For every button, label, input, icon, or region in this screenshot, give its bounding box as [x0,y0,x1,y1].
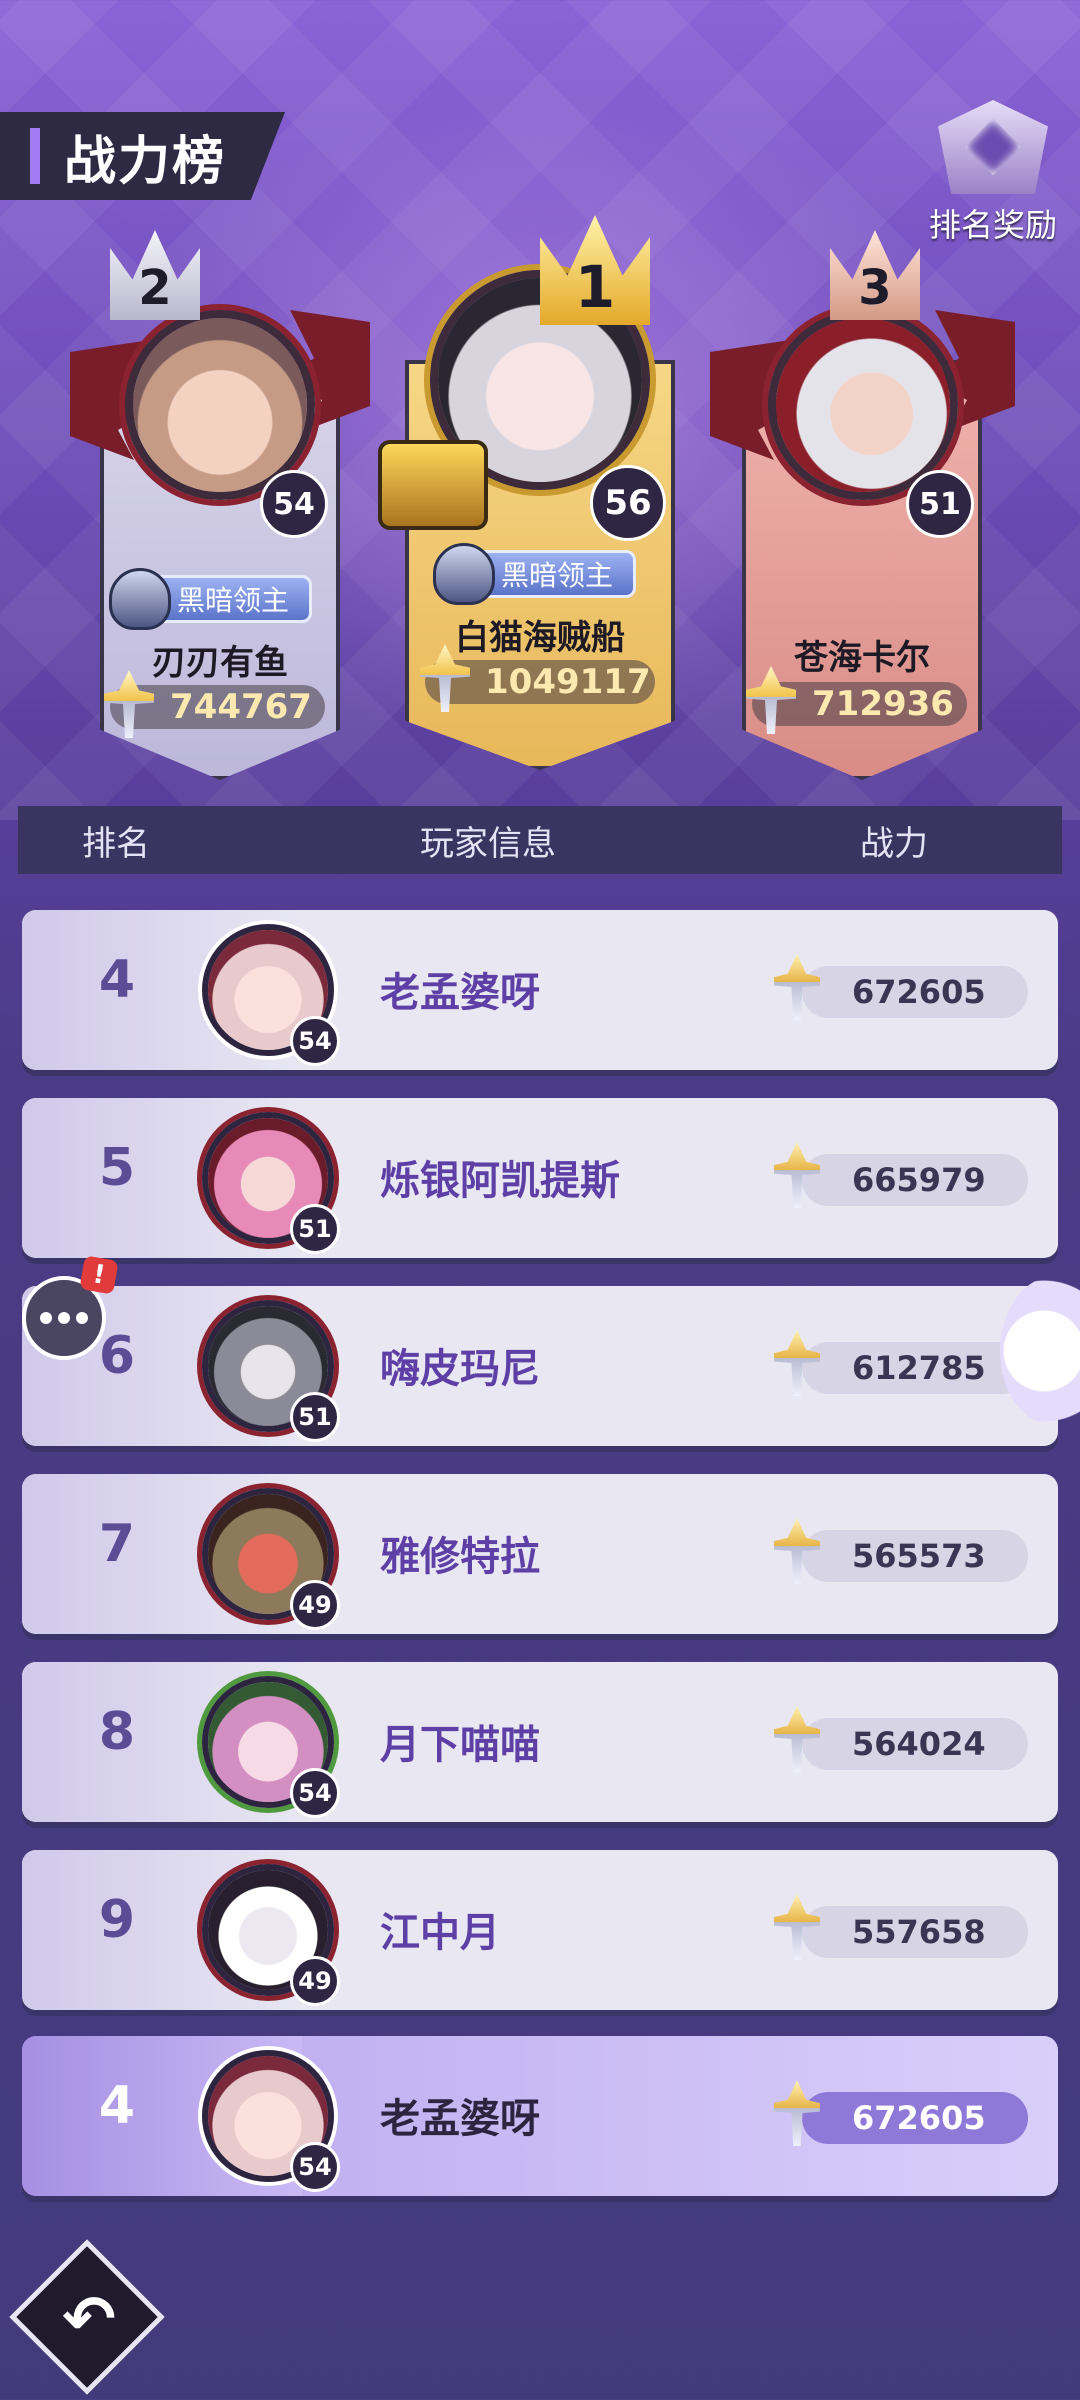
power-value: 712936 [812,684,954,724]
rank-number: 3 [858,260,892,316]
rank-crown: 2 [110,230,200,320]
rank-row[interactable]: 6 51 嗨皮玛尼 612785 [22,1286,1058,1446]
power-pill: 665979 [802,1154,1028,1206]
rank-number: 7 [98,1514,136,1574]
column-player: 玩家信息 [420,823,556,864]
column-header: 排名 玩家信息 战力 [18,806,1062,874]
level-badge: 54 [290,1768,340,1818]
podium-first[interactable]: 1 56 黑暗领主 白猫海贼船 1049117 [360,210,720,780]
level-badge: 51 [906,470,974,538]
title-badge: 黑暗领主 [433,543,637,605]
level-badge: 51 [290,1392,340,1442]
title-badge: 黑暗领主 [109,568,313,630]
power-pill: 564024 [802,1718,1028,1770]
rank-row[interactable]: 8 54 月下喵喵 564024 [22,1662,1058,1822]
power-value: 564024 [852,1725,986,1763]
level-badge: 54 [260,470,328,538]
level-badge: 49 [290,1580,340,1630]
power-value: 672605 [852,2099,986,2137]
level-badge: 49 [290,1956,340,2006]
power-value: 557658 [852,1913,986,1951]
podium-third[interactable]: 3 51 苍海卡尔 712936 [710,230,1015,790]
power-pill: 672605 [802,2092,1028,2144]
power-value: 672605 [852,973,986,1011]
page-title: 战力榜 [64,131,227,192]
rank-number: 9 [98,1890,136,1950]
power-value: 665979 [852,1161,986,1199]
power-value: 565573 [852,1537,986,1575]
power-value: 744767 [170,687,312,727]
column-power: 战力 [860,823,928,864]
treasure-chest-icon [378,440,488,530]
rank-crown: 1 [540,215,650,325]
rank-number: 4 [98,950,136,1010]
player-name: 烁银阿凯提斯 [380,1158,620,1204]
rank-number: 4 [98,2076,136,2136]
player-name: 刃刃有鱼 [152,643,288,683]
level-badge: 54 [290,1016,340,1066]
rank-crown: 3 [830,230,920,320]
rank-row[interactable]: 4 54 老孟婆呀 672605 [22,910,1058,1070]
reward-emblem-icon [938,100,1048,194]
title-accent-bar [30,128,40,184]
rank-number: 8 [98,1702,136,1762]
podium-second[interactable]: 2 54 黑暗领主 刃刃有鱼 744767 [70,230,370,790]
player-name: 苍海卡尔 [794,638,930,678]
rank-number: 5 [98,1138,136,1198]
player-name: 月下喵喵 [380,1722,540,1768]
power-pill: 672605 [802,966,1028,1018]
back-arrow-icon: ↶ [62,2283,116,2357]
rank-row[interactable]: 7 49 雅修特拉 565573 [22,1474,1058,1634]
power-pill: 557658 [802,1906,1028,1958]
rank-row[interactable]: 9 49 江中月 557658 [22,1850,1058,2010]
power-pill: 612785 [802,1342,1028,1394]
player-name: 嗨皮玛尼 [380,1346,540,1392]
title-badge-text: 黑暗领主 [177,584,290,617]
level-badge: 56 [590,465,666,541]
player-name: 老孟婆呀 [380,2096,540,2142]
rank-number: 2 [138,260,172,316]
column-rank: 排名 [82,823,150,864]
page-title-tab: 战力榜 [0,112,285,200]
shield-icon [433,543,495,605]
power-value: 612785 [852,1349,986,1387]
player-name: 江中月 [380,1910,500,1956]
shield-icon [109,568,171,630]
power-value: 1049117 [485,662,651,702]
player-name: 老孟婆呀 [380,970,540,1016]
rank-reward-button[interactable]: 排名奖励 [918,96,1068,246]
player-name: 雅修特拉 [380,1534,540,1580]
rank-number: 1 [574,253,616,321]
level-badge: 54 [290,2142,340,2192]
chat-alert-badge: ! [79,1255,119,1295]
my-rank-row[interactable]: 4 54 老孟婆呀 672605 [22,2036,1058,2196]
level-badge: 51 [290,1204,340,1254]
rank-row[interactable]: 5 51 烁银阿凯提斯 665979 [22,1098,1058,1258]
title-badge-text: 黑暗领主 [501,559,614,592]
power-pill: 565573 [802,1530,1028,1582]
